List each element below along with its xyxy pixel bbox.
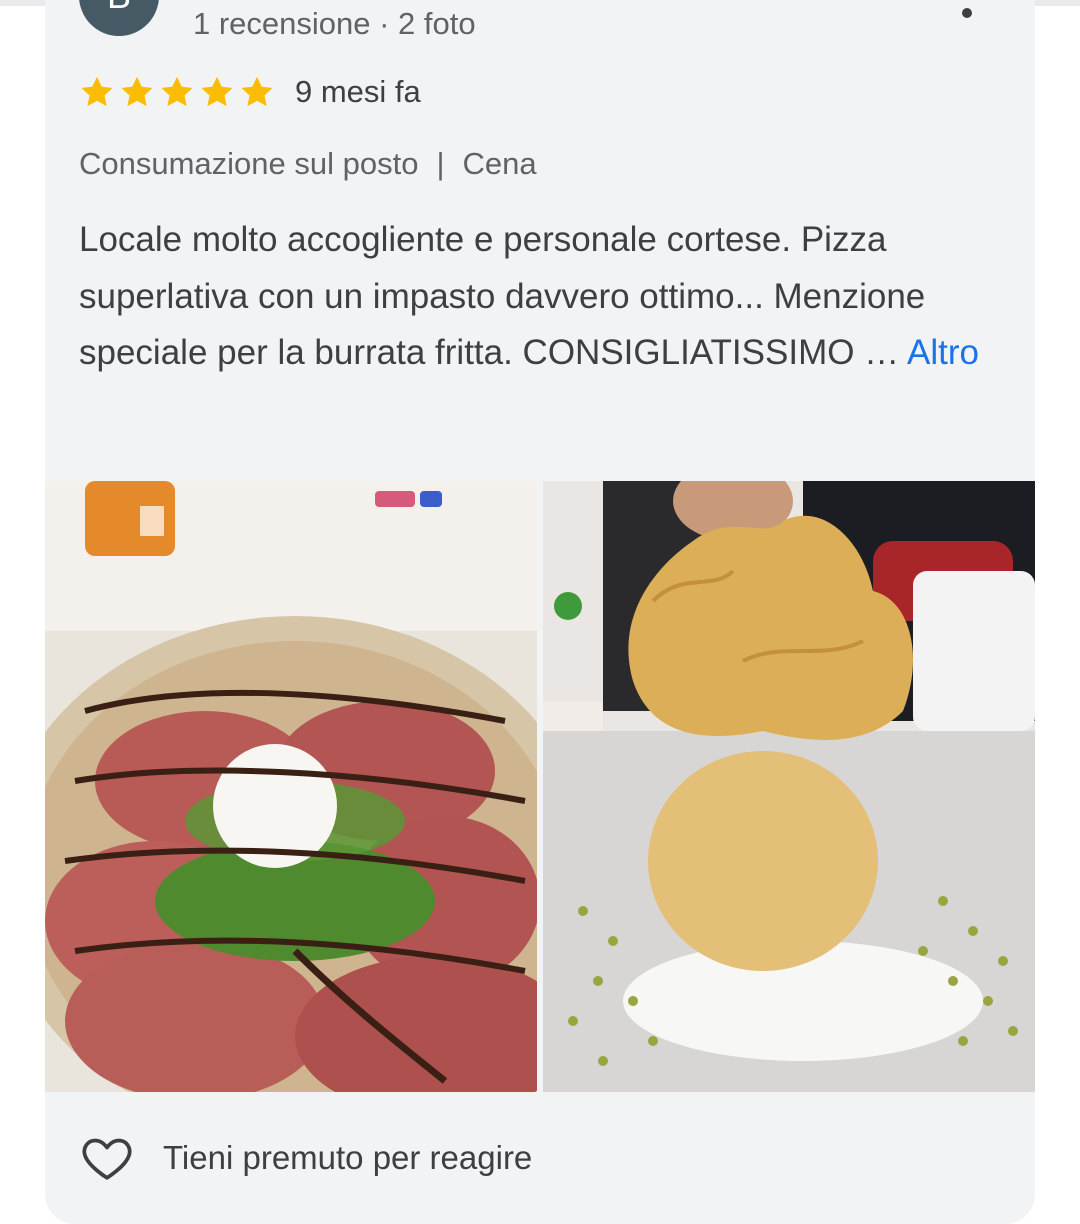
star-icon bbox=[81, 76, 113, 107]
star-icon bbox=[121, 76, 153, 107]
rating-row: 9 mesi fa bbox=[79, 70, 421, 114]
review-card: B 1 recensione · 2 foto 9 mesi fa Consum… bbox=[45, 0, 1035, 1224]
star-icon bbox=[161, 76, 193, 107]
tag-separator: | bbox=[436, 146, 445, 181]
service-tag: Consumazione sul posto bbox=[79, 146, 419, 181]
heart-icon[interactable] bbox=[79, 1130, 135, 1186]
star-icon bbox=[201, 76, 233, 107]
review-text: Locale molto accogliente e personale cor… bbox=[79, 220, 926, 372]
review-age: 9 mesi fa bbox=[295, 74, 421, 109]
star-icon bbox=[241, 76, 273, 107]
review-photo-fried-burrata[interactable] bbox=[543, 481, 1035, 1092]
review-photo-pizza[interactable] bbox=[45, 481, 537, 1092]
fried-burrata-photo-image bbox=[543, 481, 1035, 1092]
visit-tags: Consumazione sul posto | Cena bbox=[79, 146, 537, 182]
more-link[interactable]: Altro bbox=[907, 333, 979, 372]
more-options-icon[interactable] bbox=[962, 8, 972, 18]
reaction-row[interactable]: Tieni premuto per reagire bbox=[79, 1128, 532, 1188]
meal-tag: Cena bbox=[462, 146, 537, 181]
avatar[interactable]: B bbox=[79, 0, 159, 36]
reaction-hint: Tieni premuto per reagire bbox=[163, 1139, 533, 1176]
reviewer-meta: 1 recensione · 2 foto bbox=[193, 6, 476, 41]
pizza-photo-image bbox=[45, 481, 537, 1092]
review-text-block: Locale molto accogliente e personale cor… bbox=[79, 212, 1009, 382]
